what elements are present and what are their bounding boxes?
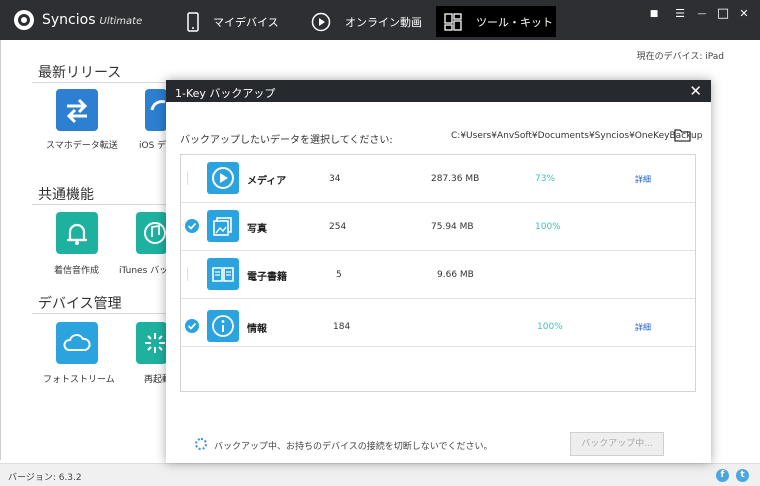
media-play-icon (207, 162, 239, 194)
details-link[interactable]: 詳細 (635, 322, 651, 333)
maximize-icon[interactable]: □ (716, 7, 730, 21)
phone-icon (187, 11, 199, 32)
category-size: 9.66 MB (437, 270, 474, 280)
menu-icon[interactable]: ☰ (673, 7, 687, 21)
play-circle-icon (311, 12, 331, 31)
restart-icon[interactable] (136, 322, 167, 364)
dialog-header: 1-Key バックアップ ✕ (166, 80, 711, 102)
dialog-close-icon[interactable]: ✕ (689, 82, 702, 100)
folder-icon[interactable] (674, 128, 691, 142)
category-size: 75.94 MB (431, 222, 474, 232)
category-progress: 73% (535, 174, 556, 184)
checked-icon[interactable] (185, 219, 199, 233)
photo-icon (207, 210, 239, 242)
bell-icon[interactable] (56, 212, 98, 254)
section-divider (32, 313, 172, 314)
minimize-icon[interactable]: — (695, 7, 709, 21)
twitter-icon[interactable]: t (736, 469, 749, 482)
toolkit-icon (444, 12, 462, 31)
transfer-arrows-icon[interactable] (56, 89, 98, 131)
facebook-icon[interactable]: f (716, 469, 729, 482)
list-item: 写真 254 75.94 MB 100% (181, 203, 695, 251)
select-data-prompt: バックアップしたいデータを選択してください: (180, 135, 393, 146)
section-divider (32, 204, 172, 205)
list-item: 電子書籍 5 9.66 MB (181, 251, 695, 299)
category-progress: 100% (537, 322, 563, 332)
category-count: 5 (336, 270, 342, 280)
tab-toolkit[interactable]: ツール・キット (436, 6, 556, 37)
section-title-device-management: デバイス管理 (38, 296, 122, 312)
status-bar: バージョン: 6.3.2 f t (0, 463, 760, 486)
category-count: 254 (329, 222, 347, 232)
backup-path: C:¥Users¥AnvSoft¥Documents¥Syncios¥OneKe… (451, 131, 703, 141)
current-device-label: 現在のデバイス: iPad (636, 52, 724, 62)
details-link[interactable]: 詳細 (635, 174, 651, 185)
info-icon (207, 310, 239, 342)
loading-spinner-icon (195, 438, 207, 450)
version-label: バージョン: 6.3.2 (8, 473, 82, 483)
category-size: 287.36 MB (431, 174, 480, 184)
category-progress: 100% (535, 222, 561, 232)
app-title: Syncios Ultimate (42, 12, 143, 28)
feedback-icon[interactable]: ■ (647, 7, 661, 21)
dialog-title: 1-Key バックアップ (175, 87, 276, 100)
list-item: メディア 34 287.36 MB 73% 詳細 (181, 155, 695, 203)
category-name: 写真 (247, 224, 267, 235)
ios-restore-icon[interactable] (145, 89, 167, 131)
category-name: メディア (247, 176, 287, 187)
window-border (0, 40, 1, 460)
category-count: 184 (333, 322, 351, 332)
close-window-icon[interactable]: ✕ (737, 7, 751, 21)
tool-label-phone-transfer: スマホデータ転送 (46, 141, 118, 151)
title-bar: Syncios Ultimate マイデバイス オンライン動画 ツール・キット ■… (0, 0, 760, 40)
backup-in-progress-button[interactable]: バックアップ中... (570, 432, 664, 456)
tool-label-ringtone: 着信音作成 (54, 266, 100, 276)
tab-online-video[interactable]: オンライン動画 (311, 6, 422, 37)
row-checkbox[interactable] (187, 171, 201, 185)
checked-icon[interactable] (185, 319, 199, 333)
category-name: 電子書籍 (247, 272, 287, 283)
list-item: 情報 184 100% 詳細 (181, 299, 695, 347)
syncios-logo-icon (14, 10, 34, 30)
section-title-latest: 最新リリース (38, 65, 122, 81)
book-icon (207, 258, 239, 290)
backup-category-list: メディア 34 287.36 MB 73% 詳細 写真 254 75.94 MB (180, 154, 696, 392)
music-note-icon[interactable] (136, 212, 167, 254)
row-checkbox[interactable] (187, 267, 201, 281)
tool-label-photo-stream: フォトストリーム (43, 375, 115, 385)
backup-warning-message: バックアップ中、お持ちのデバイスの接続を切断しないでください。 (214, 442, 493, 452)
cloud-icon[interactable] (56, 322, 98, 364)
section-title-common: 共通機能 (38, 187, 94, 203)
one-key-backup-dialog: 1-Key バックアップ ✕ バックアップしたいデータを選択してください: C:… (166, 80, 711, 463)
category-count: 34 (329, 174, 341, 184)
section-divider (32, 82, 172, 83)
category-name: 情報 (247, 324, 267, 335)
tab-my-device[interactable]: マイデバイス (187, 6, 279, 37)
